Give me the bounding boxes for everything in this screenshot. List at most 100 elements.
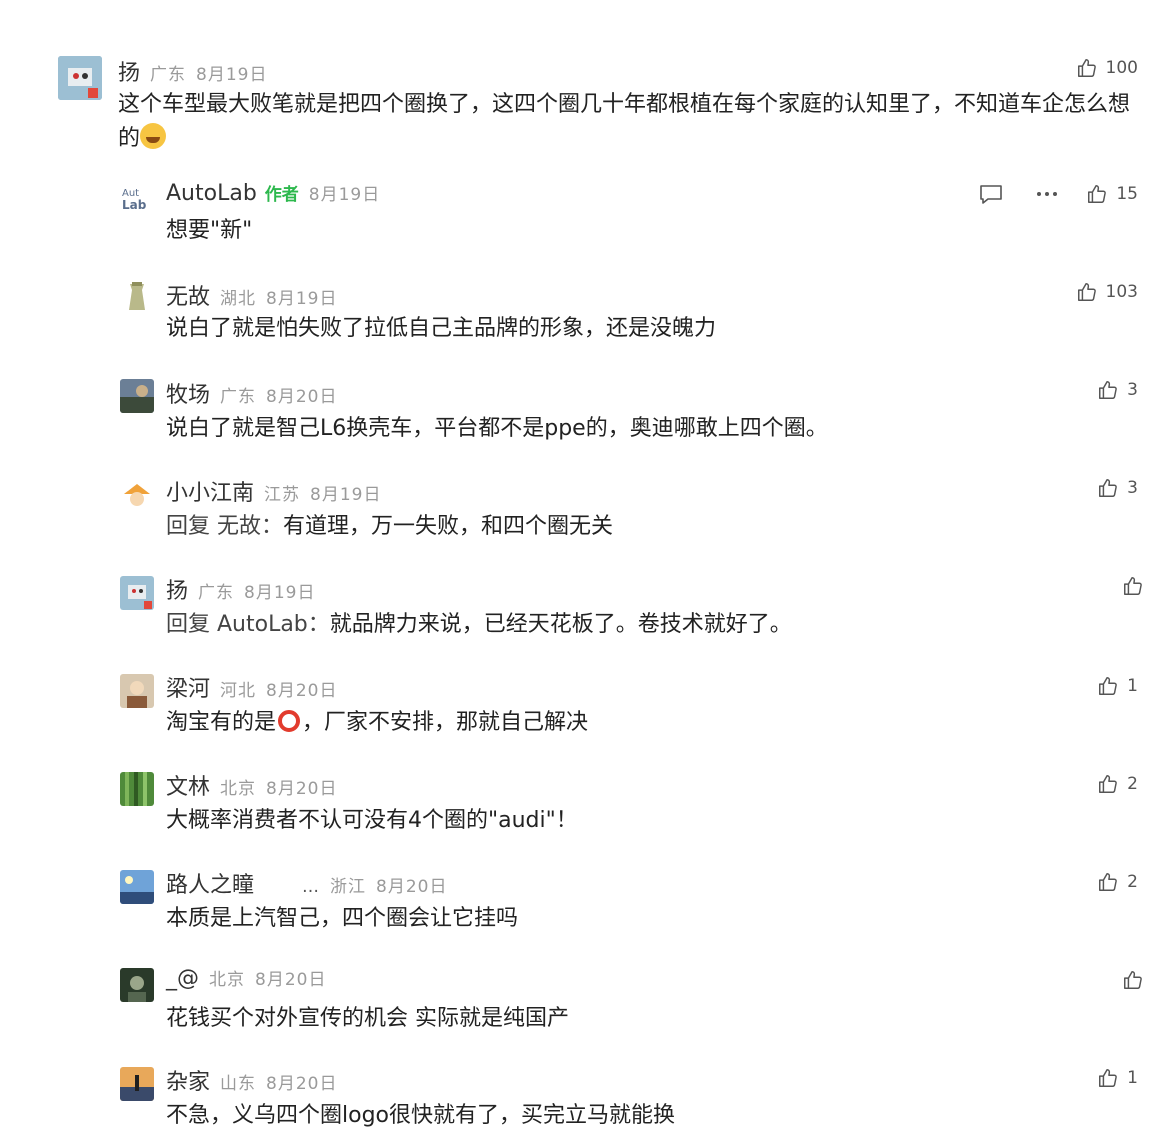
username[interactable]: 文林: [166, 775, 210, 800]
avatar[interactable]: [120, 772, 154, 806]
avatar[interactable]: [120, 674, 154, 708]
thumbs-up-icon: [1099, 677, 1117, 695]
reply-to-prefix[interactable]: 回复 AutoLab：: [166, 612, 330, 637]
comment-text: 不急，义乌四个圈logo很快就有了，买完立马就能换: [166, 1103, 675, 1128]
red-circle-emoji-icon: [278, 710, 301, 732]
like-button[interactable]: 2: [1097, 871, 1138, 893]
avatar[interactable]: [120, 968, 154, 1002]
avatar-image-icon: [120, 968, 154, 1002]
avatar-image-icon: [120, 280, 154, 314]
comment-meta: 无故 湖北 8月19日: [166, 279, 337, 311]
like-button[interactable]: 1: [1097, 1067, 1138, 1089]
avatar[interactable]: [120, 280, 154, 314]
autolab-logo-icon: AutLab: [122, 188, 147, 212]
comment-text: 花钱买个对外宣传的机会 实际就是纯国产: [166, 1006, 569, 1031]
reply-icon[interactable]: [978, 182, 1004, 210]
region-label: 江苏: [264, 485, 301, 505]
thumbs-up-icon: [1099, 873, 1117, 891]
like-count: 1: [1127, 1068, 1138, 1088]
like-button[interactable]: [1122, 969, 1144, 991]
region-label: 北京: [209, 970, 245, 990]
avatar[interactable]: [120, 870, 154, 904]
username[interactable]: 牧场: [166, 383, 210, 408]
thumbs-up-icon: [1099, 479, 1117, 497]
avatar[interactable]: [58, 56, 102, 100]
thumbs-up-icon: [1099, 381, 1117, 399]
username[interactable]: 无故: [166, 285, 210, 310]
username[interactable]: 扬: [118, 61, 140, 86]
comment-meta: 杂家 山东 8月20日: [166, 1064, 337, 1096]
comment-meta: 文林 北京 8月20日: [166, 769, 337, 801]
date-label: 8月20日: [376, 877, 448, 897]
avatar-image-icon: [120, 478, 154, 512]
laughing-emoji-icon: [140, 123, 167, 149]
avatar-image-icon: [120, 674, 154, 708]
comment-text: 这个车型最大败笔就是把四个圈换了，这四个圈几十年都根植在每个家庭的认知里了，不知…: [118, 88, 1133, 156]
comment-meta: 扬广东 8月19日: [166, 573, 315, 605]
date-label: 8月20日: [266, 779, 338, 799]
date-label: 8月19日: [308, 185, 381, 205]
username[interactable]: 梁河: [166, 677, 210, 702]
like-count: 2: [1127, 774, 1138, 794]
avatar-image-icon: [58, 56, 102, 100]
like-count: 3: [1127, 380, 1138, 400]
like-button[interactable]: 1: [1097, 675, 1138, 697]
like-button[interactable]: 100: [1076, 57, 1138, 79]
username[interactable]: AutoLab: [166, 181, 257, 206]
comment-meta: AutoLab 作者 8月19日: [166, 180, 380, 206]
like-button[interactable]: 3: [1097, 477, 1138, 499]
comment-text: 大概率消费者不认可没有4个圈的"audi"！: [166, 808, 578, 833]
avatar-image-icon: [120, 1067, 154, 1101]
like-button[interactable]: 3: [1097, 379, 1138, 401]
region-label: 广东: [220, 387, 257, 407]
date-label: 8月19日: [310, 485, 382, 505]
name-truncation: …: [302, 877, 321, 897]
like-button[interactable]: 103: [1076, 281, 1138, 303]
date-label: 8月20日: [266, 681, 338, 701]
thumbs-up-icon: [1099, 1069, 1117, 1087]
comment-text: 淘宝有的是 ，厂家不安排，那就自己解决: [166, 706, 588, 740]
comment-text-after: ，厂家不安排，那就自己解决: [302, 710, 589, 735]
region-label: 山东: [220, 1074, 257, 1094]
date-label: 8月19日: [244, 583, 316, 603]
username[interactable]: _@: [166, 966, 199, 991]
like-count: 100: [1105, 58, 1138, 78]
svg-text:Lab: Lab: [122, 198, 147, 212]
comment-meta: _@ 北京 8月20日: [166, 965, 326, 991]
region-label: 广东: [198, 583, 235, 603]
avatar[interactable]: [120, 576, 154, 610]
comment-text: 回复 AutoLab：就品牌力来说，已经天花板了。卷技术就好了。: [166, 608, 792, 642]
avatar[interactable]: [120, 1067, 154, 1101]
thumbs-up-icon: [1124, 577, 1142, 595]
like-count: 15: [1116, 184, 1138, 204]
comment-meta: 牧场 广东 8月20日: [166, 377, 337, 409]
region-label: 湖北: [220, 289, 257, 309]
avatar-image-icon: [120, 772, 154, 806]
date-label: 8月19日: [266, 289, 338, 309]
avatar-image-icon: [120, 379, 154, 413]
username[interactable]: 路人之瞳: [166, 873, 254, 898]
author-badge: 作者: [264, 185, 299, 205]
region-label: 北京: [220, 779, 257, 799]
avatar[interactable]: [120, 379, 154, 413]
more-options-icon[interactable]: [1034, 182, 1060, 210]
avatar[interactable]: Aut Lab: [120, 182, 154, 212]
comment-text-before: 淘宝有的是: [166, 710, 277, 735]
thumbs-up-icon: [1088, 185, 1107, 203]
avatar[interactable]: [120, 478, 154, 512]
reply-to-prefix[interactable]: 回复 无故：: [166, 514, 283, 539]
like-button[interactable]: 15: [1086, 183, 1138, 205]
thumbs-up-icon: [1124, 971, 1142, 989]
username[interactable]: 扬: [166, 579, 188, 604]
username[interactable]: 杂家: [166, 1070, 210, 1095]
region-label: 河北: [220, 681, 257, 701]
comment-text-content: 就品牌力来说，已经天花板了。卷技术就好了。: [329, 612, 792, 637]
thumbs-up-icon: [1077, 59, 1096, 77]
username[interactable]: 小小江南: [166, 481, 254, 506]
comment-text-content: 这个车型最大败笔就是把四个圈换了，这四个圈几十年都根植在每个家庭的认知里了，不知…: [118, 92, 1131, 151]
like-button[interactable]: [1122, 575, 1144, 597]
date-label: 8月20日: [266, 1074, 338, 1094]
comment-text: 回复 无故：有道理，万一失败，和四个圈无关: [166, 510, 613, 544]
like-button[interactable]: 2: [1097, 773, 1138, 795]
thumbs-up-icon: [1077, 283, 1096, 301]
